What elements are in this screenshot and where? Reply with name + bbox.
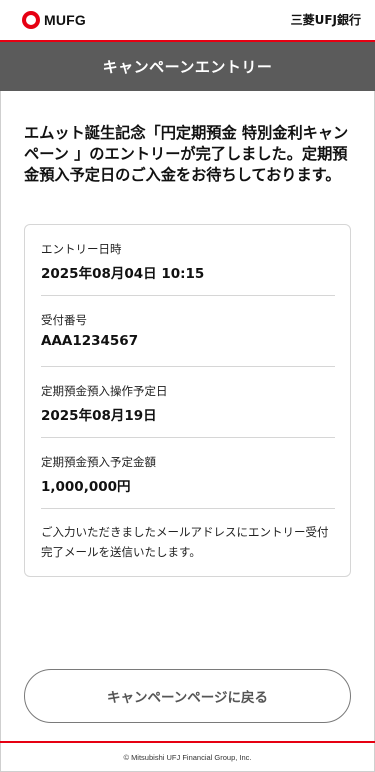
page-title: キャンペーンエントリー — [102, 58, 273, 76]
mufg-logo-icon — [22, 11, 40, 29]
completion-message: エムット誕生記念「円定期預金 特別金利キャンペーン 」のエントリーが完了しました… — [24, 124, 349, 184]
bank-name: 三菱UFJ銀行 — [290, 13, 361, 27]
copyright-text: © Mitsubishi UFJ Financial Group, Inc. — [123, 753, 252, 762]
reference-number-value: AAA1234567 — [41, 333, 139, 349]
entry-datetime-item: エントリー日時 2025年08月04日 10:15 — [41, 241, 335, 282]
scheduled-date-item: 定期預金預入操作予定日 2025年08月19日 — [41, 383, 335, 424]
email-notice: ご入力いただきましたメールアドレスにエントリー受付完了メールを送信いたします。 — [41, 525, 329, 559]
entry-details-card: エントリー日時 2025年08月04日 10:15 受付番号 AAA123456… — [24, 224, 351, 577]
scheduled-amount-value: 1,000,000円 — [41, 479, 131, 495]
scheduled-amount-item: 定期預金預入予定金額 1,000,000円 — [41, 454, 335, 495]
app-header: MUFG 三菱UFJ銀行 — [0, 0, 375, 40]
reference-number-item: 受付番号 AAA1234567 — [41, 312, 335, 349]
divider — [41, 508, 335, 509]
scheduled-amount-label: 定期預金預入予定金額 — [41, 455, 156, 469]
mufg-logo: MUFG — [22, 10, 86, 30]
back-to-campaign-button[interactable]: キャンペーンページに戻る — [24, 669, 351, 723]
divider — [41, 366, 335, 367]
scheduled-date-value: 2025年08月19日 — [41, 408, 157, 424]
divider — [41, 295, 335, 296]
divider — [41, 437, 335, 438]
footer: © Mitsubishi UFJ Financial Group, Inc. — [0, 743, 375, 772]
logo-text: MUFG — [44, 12, 87, 28]
page-title-bar: キャンペーンエントリー — [0, 42, 375, 91]
scheduled-date-label: 定期預金預入操作予定日 — [41, 384, 168, 398]
entry-datetime-label: エントリー日時 — [41, 242, 122, 256]
reference-number-label: 受付番号 — [41, 313, 87, 327]
entry-datetime-value: 2025年08月04日 10:15 — [41, 266, 205, 282]
